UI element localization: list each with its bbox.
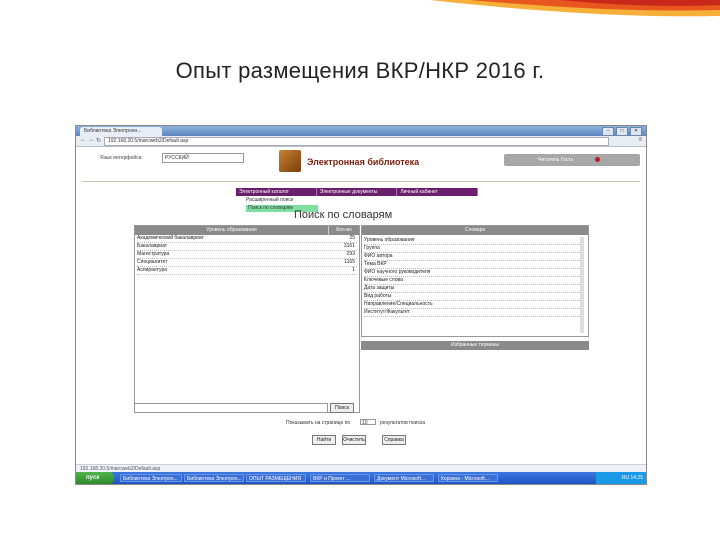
- back-arrow-icon[interactable]: ←: [80, 137, 86, 143]
- search-button[interactable]: Поиск: [330, 403, 354, 413]
- list-item[interactable]: Направление/Специальность: [364, 301, 580, 309]
- dictionaries-panel: Словари Уровень образования Группа ФИО а…: [361, 225, 589, 337]
- browser-tab[interactable]: Библиотека Электронн...: [80, 127, 162, 136]
- list-item[interactable]: Ключевые слова: [364, 277, 580, 285]
- dictionary-list[interactable]: Уровень образования Группа ФИО автора Те…: [364, 237, 584, 333]
- row-name: Магистратура: [137, 251, 170, 257]
- dictionaries-header: Словари: [362, 226, 588, 235]
- logout-icon[interactable]: [595, 157, 600, 162]
- education-level-table: Уровень образования Кол-во Академический…: [134, 225, 360, 413]
- language-label: Язык интерфейса:: [100, 155, 143, 161]
- decorative-swoosh: [430, 0, 720, 17]
- taskbar-item[interactable]: ОПЫТ РАЗМЕЩЕНИЯ: [246, 474, 306, 482]
- menu-item-documents[interactable]: Электронные документы: [317, 188, 398, 196]
- dictionaries-title: Словари: [464, 227, 486, 233]
- row-name: Академический бакалавриат: [137, 235, 204, 241]
- system-tray: RU 14:25: [596, 472, 646, 484]
- reload-icon[interactable]: ↻: [96, 137, 101, 144]
- list-item[interactable]: Уровень образования: [364, 237, 580, 245]
- row-count: 1: [352, 267, 355, 273]
- divider: [82, 181, 640, 182]
- clear-button[interactable]: Очистить: [342, 435, 366, 445]
- library-logo-text: Электронная библиотека: [307, 157, 420, 167]
- web-page: Язык интерфейса: РУССКИЙ Электронная биб…: [76, 147, 646, 472]
- reader-label: Читатель Гость: [538, 157, 574, 163]
- address-input[interactable]: 192.168.20.5/marcweb2/Default.asp: [104, 137, 609, 146]
- taskbar-item[interactable]: Корзина - Microsoft...: [438, 474, 498, 482]
- per-page-select[interactable]: 10: [360, 419, 376, 426]
- status-bar: 192.168.20.5/marcweb2/Default.asp: [76, 464, 646, 472]
- forward-arrow-icon[interactable]: →: [88, 137, 94, 143]
- row-count: 1165: [344, 259, 355, 265]
- submenu-advanced-search[interactable]: Расширенный поиск: [246, 197, 293, 203]
- page-title: Поиск по словарям: [294, 209, 393, 221]
- help-button[interactable]: Справка: [382, 435, 406, 445]
- minimize-button[interactable]: –: [602, 127, 614, 136]
- menu-item-catalog[interactable]: Электронный каталог: [236, 188, 317, 196]
- start-button[interactable]: пуск: [76, 472, 114, 484]
- find-button[interactable]: Найти: [312, 435, 336, 445]
- list-item[interactable]: Институт/Факультет: [364, 309, 580, 317]
- per-page-suffix: результатов поиска: [380, 420, 426, 426]
- list-item[interactable]: Вид работы: [364, 293, 580, 301]
- address-toolbar: ← → ↻ 192.168.20.5/marcweb2/Default.asp …: [76, 136, 646, 147]
- library-logo-icon: [279, 150, 301, 172]
- table-row[interactable]: Магистратура 293: [137, 251, 357, 259]
- taskbar-item[interactable]: Библиотека Электрон...: [184, 474, 244, 482]
- row-count: 293: [346, 251, 355, 257]
- row-name: Бакалавриат: [137, 243, 168, 249]
- taskbar-item[interactable]: Документ Microsoft...: [374, 474, 434, 482]
- row-name: Аспирантура: [137, 267, 168, 273]
- table-row[interactable]: Аспирантура 1: [137, 267, 357, 275]
- browser-screenshot: Библиотека Электронн... – □ ✕ ← → ↻ 192.…: [75, 125, 647, 485]
- list-item[interactable]: ФИО автора: [364, 253, 580, 261]
- column-header-level[interactable]: Уровень образования: [135, 226, 328, 235]
- column-header-count[interactable]: Кол-во: [328, 226, 359, 235]
- main-menu: Электронный каталог Электронные документ…: [236, 188, 479, 196]
- row-count: 25: [349, 235, 355, 241]
- table-row[interactable]: Бакалавриат 3161: [137, 243, 357, 251]
- list-item[interactable]: Тема ВКР: [364, 261, 580, 269]
- row-count: 3161: [343, 243, 355, 249]
- taskbar-item[interactable]: Библиотека Электрон...: [120, 474, 182, 482]
- search-input[interactable]: [134, 403, 328, 413]
- menu-icon[interactable]: ≡: [638, 137, 642, 143]
- table-row[interactable]: Академический бакалавриат 25: [137, 235, 357, 243]
- taskbar-item[interactable]: ВКР и Проект ...: [310, 474, 370, 482]
- close-button[interactable]: ✕: [630, 127, 642, 136]
- table-header: Уровень образования Кол-во: [135, 226, 359, 235]
- list-item[interactable]: Группа: [364, 245, 580, 253]
- language-select[interactable]: РУССКИЙ: [162, 153, 244, 163]
- window-title-bar: Библиотека Электронн... – □ ✕: [76, 126, 646, 136]
- maximize-button[interactable]: □: [616, 127, 628, 136]
- list-item[interactable]: ФИО научного руководителя: [364, 269, 580, 277]
- reader-button[interactable]: Читатель Гость: [504, 154, 640, 166]
- taskbar: пуск Библиотека Электрон... Библиотека Э…: [76, 472, 646, 484]
- favorites-header: Избранные термины: [361, 341, 589, 350]
- slide-title: Опыт размещения ВКР/НКР 2016 г.: [175, 58, 545, 83]
- table-row[interactable]: Специалитет 1165: [137, 259, 357, 267]
- row-name: Специалитет: [137, 259, 168, 265]
- menu-item-cabinet[interactable]: Личный кабинет: [397, 188, 479, 196]
- per-page-label: Показывать на странице по: [286, 420, 351, 426]
- list-item[interactable]: Дата защиты: [364, 285, 580, 293]
